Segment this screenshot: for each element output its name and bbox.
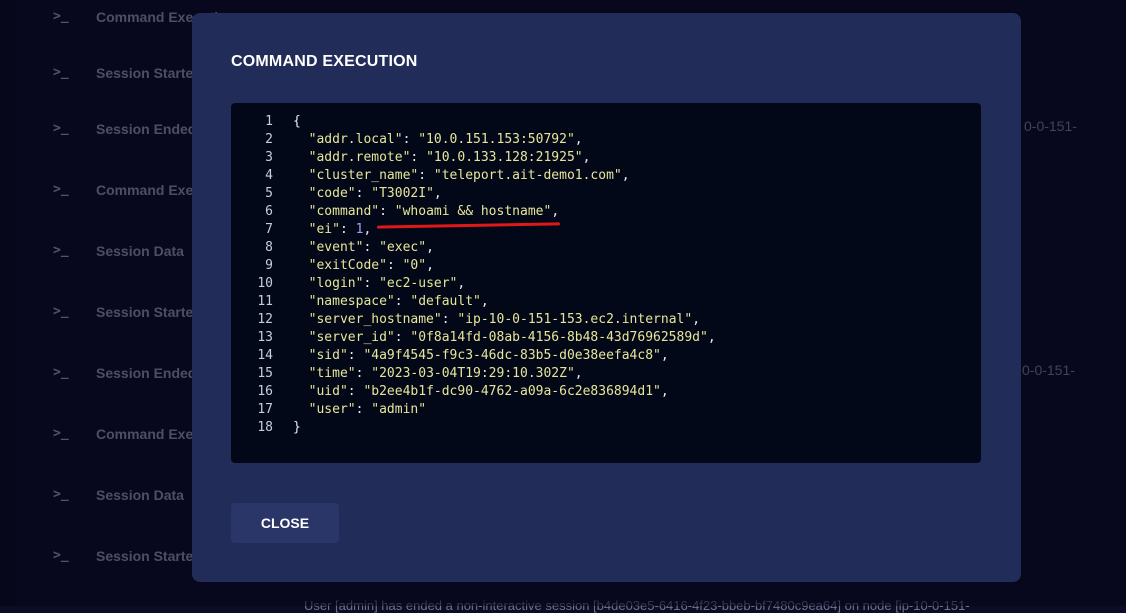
code-text: "namespace": "default",: [308, 294, 489, 309]
line-number: 4: [265, 168, 273, 183]
line-number: 16: [257, 384, 273, 399]
json-value: "exec": [379, 240, 427, 255]
line-number: 5: [265, 186, 273, 201]
json-value: "admin": [371, 402, 427, 417]
line-number: 2: [265, 132, 273, 147]
code-text: "command": "whoami && hostname",: [308, 204, 560, 219]
command-execution-dialog: COMMAND EXECUTION 1{2 "addr.local": "10.…: [192, 13, 1021, 582]
line-number: 1: [265, 114, 273, 129]
code-line: 4 "cluster_name": "teleport.ait-demo1.co…: [231, 167, 971, 185]
code-line: 18}: [231, 419, 971, 437]
code-line: 2 "addr.local": "10.0.151.153:50792",: [231, 131, 971, 149]
json-key: "event": [308, 240, 364, 255]
json-value: "T3002I": [371, 186, 434, 201]
json-key: "server_hostname": [308, 312, 442, 327]
code-line: 14 "sid": "4a9f4545-f9c3-46dc-83b5-d0e38…: [231, 347, 971, 365]
dialog-title: COMMAND EXECUTION: [231, 53, 418, 70]
code-line: 17 "user": "admin": [231, 401, 971, 419]
code-line: 1{: [231, 113, 971, 131]
line-number: 18: [257, 420, 273, 435]
line-number: 11: [257, 294, 273, 309]
code-line: 13 "server_id": "0f8a14fd-08ab-4156-8b48…: [231, 329, 971, 347]
line-number: 12: [257, 312, 273, 327]
line-number: 15: [257, 366, 273, 381]
json-value: "b2ee4b1f-dc90-4762-a09a-6c2e836894d1": [363, 384, 661, 399]
json-key: "uid": [308, 384, 348, 399]
code-line: 15 "time": "2023-03-04T19:29:10.302Z",: [231, 365, 971, 383]
line-number: 10: [257, 276, 273, 291]
code-text: "time": "2023-03-04T19:29:10.302Z",: [308, 366, 583, 381]
json-key: "addr.remote": [308, 150, 411, 165]
json-value: "0f8a14fd-08ab-4156-8b48-43d76962589d": [410, 330, 708, 345]
code-text: "cluster_name": "teleport.ait-demo1.com"…: [308, 168, 630, 183]
code-line: 9 "exitCode": "0",: [231, 257, 971, 275]
code-text: "login": "ec2-user",: [308, 276, 466, 291]
code-text: "uid": "b2ee4b1f-dc90-4762-a09a-6c2e8368…: [308, 384, 669, 399]
line-number: 7: [265, 222, 273, 237]
code-text: "server_hostname": "ip-10-0-151-153.ec2.…: [308, 312, 701, 327]
json-value: "10.0.133.128:21925": [426, 150, 583, 165]
close-button[interactable]: CLOSE: [231, 503, 339, 543]
line-number: 13: [257, 330, 273, 345]
line-number: 14: [257, 348, 273, 363]
json-key: "time": [308, 366, 356, 381]
json-value: "10.0.151.153:50792": [418, 132, 575, 147]
code-line: 12 "server_hostname": "ip-10-0-151-153.e…: [231, 311, 971, 329]
json-value: "default": [410, 294, 481, 309]
json-key: "namespace": [308, 294, 395, 309]
code-text: "event": "exec",: [308, 240, 434, 255]
code-text: {: [293, 114, 301, 129]
json-value: "2023-03-04T19:29:10.302Z": [371, 366, 575, 381]
json-viewer: 1{2 "addr.local": "10.0.151.153:50792", 3…: [231, 103, 981, 463]
json-key: "cluster_name": [308, 168, 419, 183]
line-number: 8: [265, 240, 273, 255]
json-key: "ei": [308, 222, 340, 237]
code-text: "ei": 1,: [308, 222, 372, 237]
code-text: "addr.remote": "10.0.133.128:21925",: [308, 150, 591, 165]
code-line: 7 "ei": 1,: [231, 221, 971, 239]
json-key: "login": [308, 276, 364, 291]
json-key: "sid": [308, 348, 348, 363]
code-line: 3 "addr.remote": "10.0.133.128:21925",: [231, 149, 971, 167]
json-value: "0": [402, 258, 427, 273]
code-text: }: [293, 420, 301, 435]
json-value: "4a9f4545-f9c3-46dc-83b5-d0e38eefa4c8": [363, 348, 661, 363]
json-key: "command": [308, 204, 380, 219]
line-number: 3: [265, 150, 273, 165]
json-key: "addr.local": [308, 132, 403, 147]
line-number: 6: [265, 204, 273, 219]
code-line: 16 "uid": "b2ee4b1f-dc90-4762-a09a-6c2e8…: [231, 383, 971, 401]
code-text: "addr.local": "10.0.151.153:50792",: [308, 132, 583, 147]
json-key: "user": [308, 402, 356, 417]
code-text: "code": "T3002I",: [308, 186, 442, 201]
json-value: "whoami && hostname": [394, 204, 552, 219]
code-line: 6 "command": "whoami && hostname",: [231, 203, 971, 221]
code-text: "exitCode": "0",: [308, 258, 434, 273]
code-text: "server_id": "0f8a14fd-08ab-4156-8b48-43…: [308, 330, 716, 345]
json-value: "teleport.ait-demo1.com": [433, 168, 622, 183]
code-text: "sid": "4a9f4545-f9c3-46dc-83b5-d0e38eef…: [308, 348, 669, 363]
json-key: "exitCode": [308, 258, 387, 273]
code-line: 5 "code": "T3002I",: [231, 185, 971, 203]
json-key: "server_id": [308, 330, 395, 345]
line-number: 9: [265, 258, 273, 273]
code-line: 11 "namespace": "default",: [231, 293, 971, 311]
json-value: "ec2-user": [379, 276, 458, 291]
code-line: 10 "login": "ec2-user",: [231, 275, 971, 293]
line-number: 17: [257, 402, 273, 417]
json-value: "ip-10-0-151-153.ec2.internal": [457, 312, 693, 327]
code-line: 8 "event": "exec",: [231, 239, 971, 257]
json-key: "code": [308, 186, 356, 201]
code-text: "user": "admin": [308, 402, 427, 417]
